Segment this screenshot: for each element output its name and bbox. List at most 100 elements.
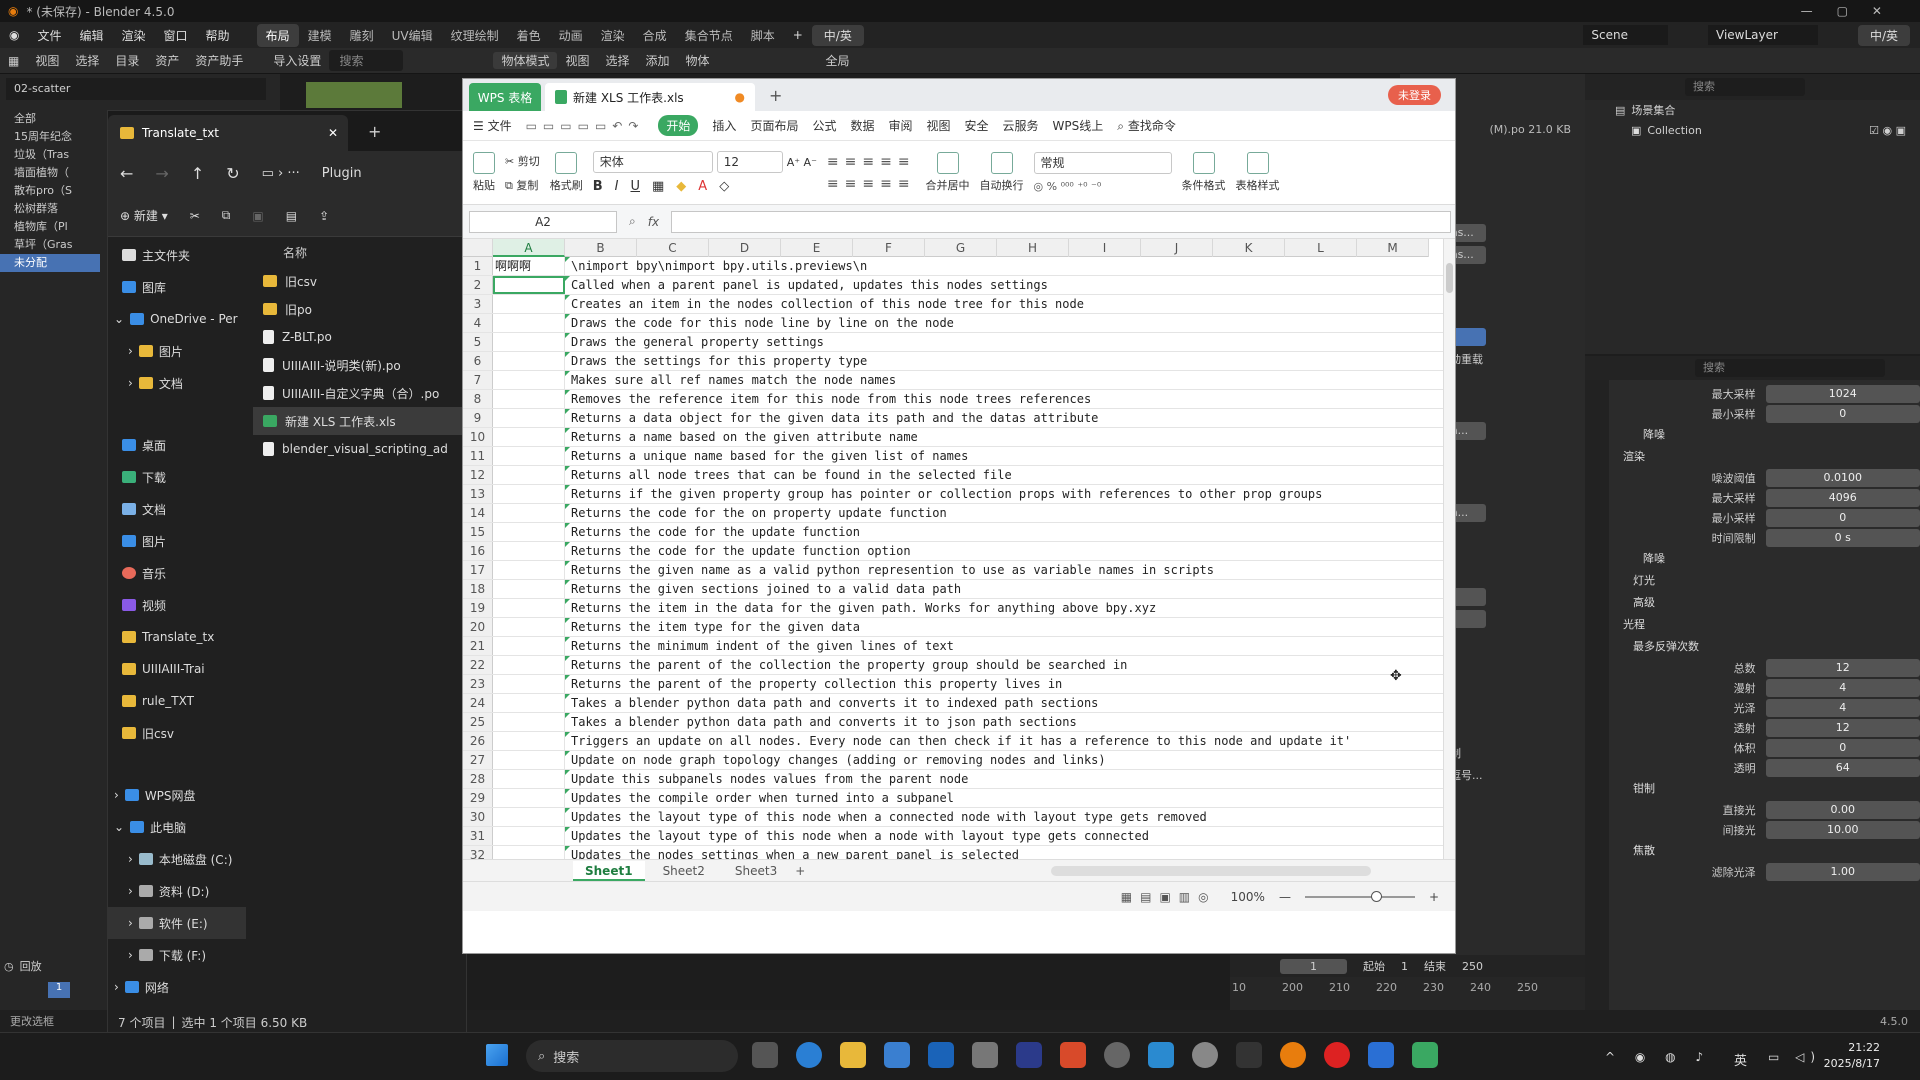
- max-bounces-section[interactable]: 最多反弹次数: [1609, 636, 1920, 658]
- noise-threshold-field[interactable]: 0.0100: [1765, 469, 1920, 487]
- cell-a[interactable]: [493, 618, 565, 636]
- transform-orientation-dropdown[interactable]: 全局: [818, 52, 858, 69]
- row-number[interactable]: 2: [463, 276, 493, 294]
- cell-b[interactable]: Called when a parent panel is updated, u…: [565, 276, 1443, 294]
- cell-a[interactable]: [493, 827, 565, 845]
- advanced-section[interactable]: 高级: [1609, 592, 1920, 614]
- sheet-tab-2[interactable]: Sheet2: [651, 861, 717, 881]
- viewport-menu-add[interactable]: 添加: [638, 52, 678, 69]
- vertical-scrollbar[interactable]: [1443, 239, 1455, 859]
- frame-indicator[interactable]: 1: [48, 982, 70, 998]
- cell-a[interactable]: [493, 694, 565, 712]
- cell-a[interactable]: [493, 276, 565, 294]
- paste-icon[interactable]: ▣: [252, 209, 263, 223]
- find-command[interactable]: ⌕ 查找命令: [1117, 117, 1176, 134]
- view-mode-icons[interactable]: ▦▤▣▥◎: [1121, 890, 1217, 904]
- cell-a[interactable]: [493, 485, 565, 503]
- font-family-select[interactable]: 宋体: [592, 151, 713, 173]
- side-item[interactable]: › 资料 (D:): [108, 875, 246, 907]
- outlook-icon[interactable]: [928, 1042, 954, 1068]
- row-number[interactable]: 8: [463, 390, 493, 408]
- cell-a[interactable]: [493, 333, 565, 351]
- app-icon[interactable]: [1016, 1042, 1042, 1068]
- new-tab-icon[interactable]: +: [769, 86, 782, 105]
- cell-a[interactable]: [493, 770, 565, 788]
- side-item[interactable]: 文档: [108, 493, 246, 525]
- side-item[interactable]: › 下载 (F:): [108, 939, 246, 971]
- catalog-all[interactable]: 全部: [0, 110, 100, 128]
- cell-a[interactable]: [493, 713, 565, 731]
- denoise-section[interactable]: 降噪: [1609, 424, 1920, 446]
- bounce-volume-field[interactable]: 0: [1765, 739, 1920, 757]
- column-header[interactable]: I: [1069, 239, 1141, 257]
- asset-menu-asset[interactable]: 资产: [147, 52, 187, 69]
- list-item[interactable]: 新建 XLS 工作表.xls: [253, 407, 468, 435]
- row-number[interactable]: 14: [463, 504, 493, 522]
- catalog-item[interactable]: 草坪（Gras: [0, 236, 100, 254]
- merge-center-button[interactable]: 合并居中: [926, 152, 970, 193]
- row-number[interactable]: 31: [463, 827, 493, 845]
- cell-b[interactable]: Updates the compile order when turned in…: [565, 789, 1443, 807]
- min-samples-field[interactable]: 0: [1765, 509, 1920, 527]
- viewlayer-selector[interactable]: ViewLayer: [1708, 25, 1818, 45]
- bounce-transparent-field[interactable]: 64: [1765, 759, 1920, 777]
- column-header[interactable]: K: [1213, 239, 1285, 257]
- clear-icon[interactable]: ◇: [719, 179, 729, 194]
- cell-b[interactable]: Takes a blender python data path and con…: [565, 713, 1443, 731]
- lang-toggle-button-2[interactable]: 中/英: [1857, 24, 1910, 46]
- workspace-tab-texture[interactable]: 纹理绘制: [442, 24, 508, 47]
- collection-row[interactable]: ▣ Collection ☑ ◉ ▣: [1585, 120, 1920, 140]
- side-item[interactable]: ⌄ OneDrive - Per: [108, 303, 246, 335]
- wps-app-tab[interactable]: WPS 表格: [469, 83, 541, 111]
- cell-b[interactable]: Updates the layout type of this node whe…: [565, 808, 1443, 826]
- side-item[interactable]: › 软件 (E:): [108, 907, 246, 939]
- app-icon[interactable]: [1148, 1042, 1174, 1068]
- zoom-level[interactable]: 100%: [1231, 890, 1265, 904]
- cell-a[interactable]: 啊啊啊: [493, 257, 565, 275]
- share-icon[interactable]: ⇪: [319, 209, 329, 223]
- cell-a[interactable]: [493, 504, 565, 522]
- list-item[interactable]: UIIIAIII-自定义字典（合）.po: [253, 379, 468, 407]
- column-header[interactable]: L: [1285, 239, 1357, 257]
- viewport-menu-select[interactable]: 选择: [597, 52, 637, 69]
- row-number[interactable]: 20: [463, 618, 493, 636]
- row-number[interactable]: 17: [463, 561, 493, 579]
- column-header[interactable]: H: [997, 239, 1069, 257]
- cell-b[interactable]: Returns the parent of the collection the…: [565, 656, 1443, 674]
- cell-a[interactable]: [493, 428, 565, 446]
- workspace-tab-shading[interactable]: 着色: [508, 24, 550, 47]
- row-number[interactable]: 22: [463, 656, 493, 674]
- zoom-in-icon[interactable]: +: [1429, 890, 1439, 904]
- cell-b[interactable]: Returns the minimum indent of the given …: [565, 637, 1443, 655]
- row-number[interactable]: 9: [463, 409, 493, 427]
- filter-glossy-field[interactable]: 1.00: [1765, 863, 1920, 881]
- min-samples-field[interactable]: 0: [1765, 405, 1920, 423]
- side-item[interactable]: 旧csv: [108, 717, 246, 749]
- light-paths-section[interactable]: 光程: [1609, 614, 1920, 636]
- font-size-select[interactable]: 12: [716, 151, 783, 173]
- cell-b[interactable]: Triggers an update on all nodes. Every n…: [565, 732, 1443, 750]
- forward-icon[interactable]: →: [155, 164, 168, 183]
- workspace-tab-sculpt[interactable]: 雕刻: [341, 24, 383, 47]
- input-lang[interactable]: 英: [1734, 1050, 1747, 1069]
- login-button[interactable]: 未登录: [1388, 85, 1441, 105]
- side-item[interactable]: › 文档: [108, 367, 246, 399]
- tab-wps-online[interactable]: WPS线上: [1053, 117, 1104, 134]
- formula-input[interactable]: [671, 210, 1451, 233]
- tray-icons[interactable]: ^ ◉ ◍ ♪: [1605, 1050, 1711, 1064]
- row-number[interactable]: 23: [463, 675, 493, 693]
- playback-menu[interactable]: ◷ 回放: [4, 955, 104, 977]
- side-item[interactable]: 视频: [108, 589, 246, 621]
- asset-menu-select[interactable]: 选择: [67, 52, 107, 69]
- blender-menu-icon[interactable]: ◉: [0, 28, 28, 42]
- column-header[interactable]: G: [925, 239, 997, 257]
- cell-b[interactable]: Returns the code for the on property upd…: [565, 504, 1443, 522]
- tab-data[interactable]: 数据: [850, 117, 874, 134]
- tab-review[interactable]: 审阅: [888, 117, 912, 134]
- cell-b[interactable]: Returns the given sections joined to a v…: [565, 580, 1443, 598]
- row-number[interactable]: 3: [463, 295, 493, 313]
- cell-b[interactable]: Returns the given name as a valid python…: [565, 561, 1443, 579]
- cell-b[interactable]: Returns the item in the data for the giv…: [565, 599, 1443, 617]
- workspace-tab-geonodes[interactable]: 集合节点: [676, 24, 742, 47]
- cell-b[interactable]: Returns a data object for the given data…: [565, 409, 1443, 427]
